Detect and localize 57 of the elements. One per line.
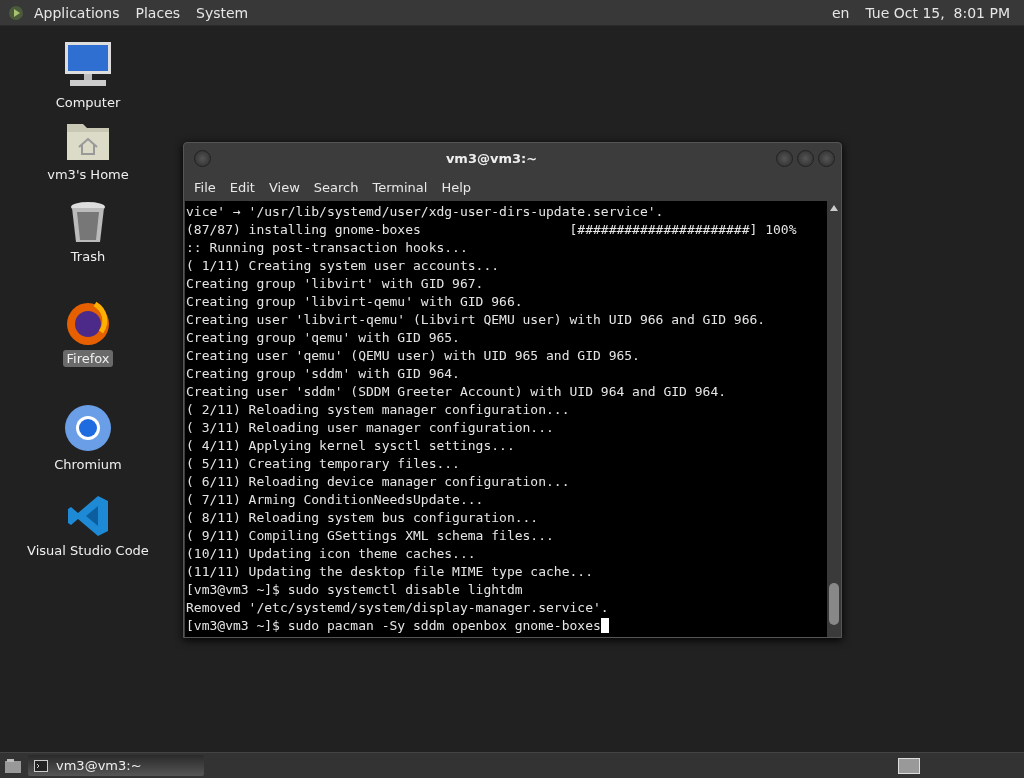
minimize-button[interactable] [776, 149, 793, 167]
panel-menu[interactable]: Applications [28, 4, 126, 21]
trash-icon [69, 200, 107, 244]
menu-item[interactable]: File [188, 179, 222, 195]
terminal-line: Creating user 'qemu' (QEMU user) with UID 965 and GID 965. [186, 348, 640, 363]
menu-item[interactable]: Search [307, 179, 365, 195]
terminal-line: (87/87) installing gnome-boxes [######################] 100% [186, 222, 797, 237]
taskbar-window-button[interactable]: vm3@vm3:~ [28, 755, 204, 776]
scroll-up-icon[interactable] [830, 205, 838, 211]
desktop-icon-label[interactable]: Visual Studio Code [24, 542, 152, 559]
terminal-line: ( 5/11) Creating temporary files... [186, 456, 460, 471]
panel-menu[interactable]: Places [129, 4, 187, 21]
terminal-line: ( 3/11) Reloading user manager configuration... [186, 420, 554, 435]
chromium-icon [64, 404, 112, 452]
desktop-icon-label[interactable]: Trash [67, 248, 109, 265]
terminal-line: Creating group 'sddm' with GID 964. [186, 366, 460, 381]
keyboard-layout[interactable]: en [825, 4, 856, 21]
workspace-switcher[interactable] [898, 757, 920, 774]
desktop-icon-label[interactable]: Firefox [63, 350, 113, 367]
panel-menu[interactable]: System [190, 4, 255, 21]
terminal-line: ( 8/11) Reloading system bus configuration... [186, 510, 539, 525]
terminal-icon [34, 759, 48, 772]
desktop-icon-label[interactable]: Computer [52, 94, 124, 111]
terminal-line: Creating group 'libvirt-qemu' with GID 966. [186, 294, 523, 309]
terminal-line: ( 9/11) Compiling GSettings XML schema files... [186, 528, 554, 543]
close-button[interactable] [818, 149, 835, 167]
maximize-button[interactable] [797, 149, 814, 167]
menu-item[interactable]: Help [435, 179, 478, 195]
desktop-icon-label[interactable]: vm3's Home [44, 166, 132, 183]
menu-item[interactable]: Edit [223, 179, 261, 195]
terminal-line: ( 6/11) Reloading device manager configuration... [186, 474, 570, 489]
terminal-line: Creating user 'libvirt-qemu' (Libvirt QEMU user) with UID 966 and GID 966. [186, 312, 766, 327]
code-editor-icon [66, 494, 110, 538]
terminal-line: Creating user 'sddm' (SDDM Greeter Account) with UID 964 and GID 964. [186, 384, 727, 399]
terminal-line: (10/11) Updating icon theme caches... [186, 546, 476, 561]
terminal-line: ( 7/11) Arming ConditionNeedsUpdate... [186, 492, 484, 507]
scrollbar-thumb[interactable] [829, 583, 839, 625]
terminal-line: Creating group 'libvirt' with GID 967. [186, 276, 484, 291]
window-menu-button[interactable] [194, 149, 211, 167]
window-title: vm3@vm3:~ [444, 150, 539, 166]
app-menu-icon [8, 4, 24, 21]
terminal-line: (11/11) Updating the desktop file MIME type cache... [186, 564, 593, 579]
terminal-line: Creating group 'qemu' with GID 965. [186, 330, 460, 345]
terminal-line: ( 2/11) Reloading system manager configuration... [186, 402, 570, 417]
terminal-line: [vm3@vm3 ~]$ sudo pacman -Sy sddm openbox gnome-boxes [186, 618, 601, 633]
terminal-line: ( 4/11) Applying kernel sysctl settings... [186, 438, 515, 453]
terminal-line: [vm3@vm3 ~]$ sudo systemctl disable lightdm [186, 582, 523, 597]
terminal-line: :: Running post-transaction hooks... [186, 240, 468, 255]
desktop-icon-label[interactable]: Chromium [51, 456, 125, 473]
clock[interactable]: Tue Oct 15, 8:01 PM [859, 4, 1016, 21]
terminal-line: ( 1/11) Creating system user accounts... [186, 258, 500, 273]
terminal-line: Removed '/etc/systemd/system/display-manager.service'. [186, 600, 609, 615]
menu-item[interactable]: View [262, 179, 306, 195]
firefox-icon [65, 300, 111, 346]
scrollbar[interactable] [827, 201, 841, 637]
terminal-line: vice' → '/usr/lib/systemd/user/xdg-user-dirs-update.service'. [186, 204, 664, 219]
menu-item[interactable]: Terminal [366, 179, 434, 195]
